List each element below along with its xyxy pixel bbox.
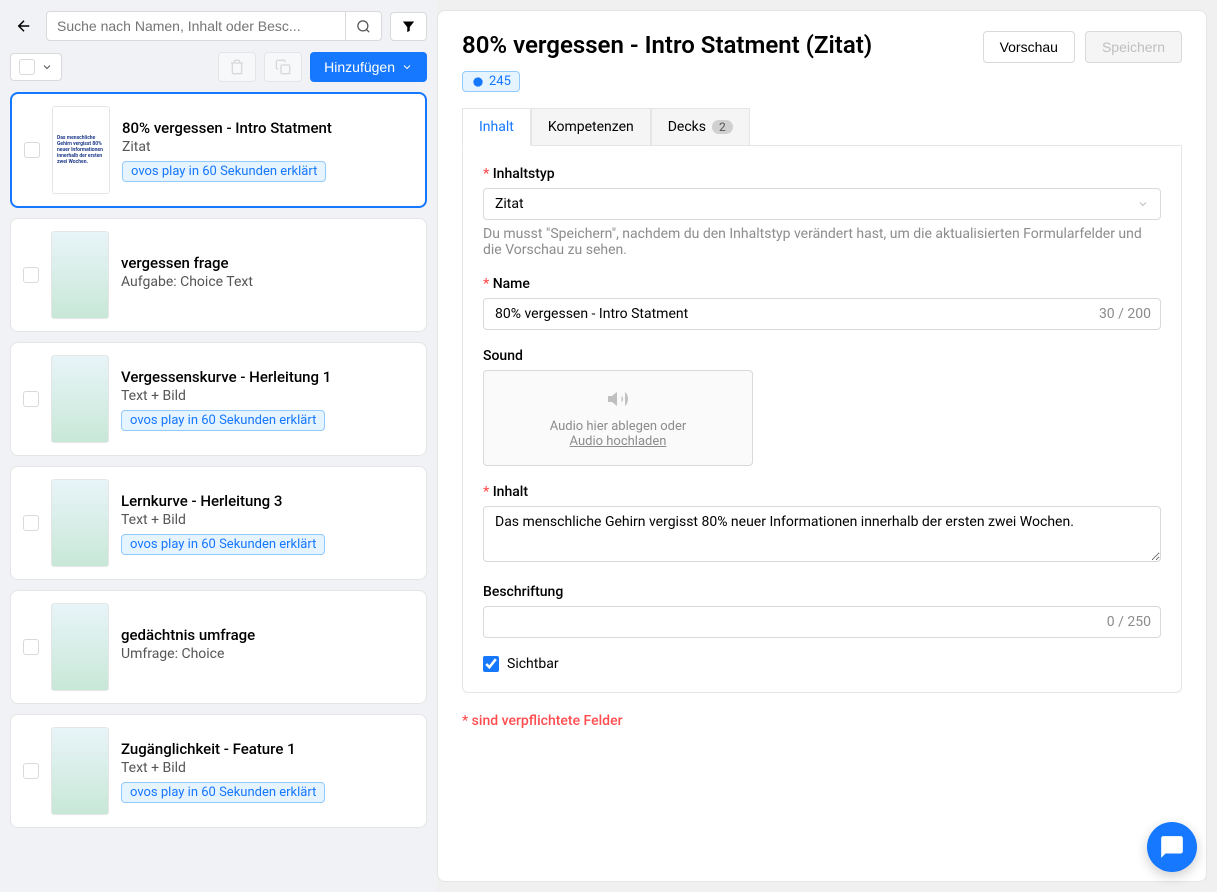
chat-icon [1159,834,1185,860]
tabs: Inhalt Kompetenzen Decks 2 [462,108,1182,146]
delete-button [218,52,256,82]
copy-icon [275,59,291,75]
name-char-count: 30 / 200 [1099,306,1151,322]
caption-char-count: 0 / 250 [1107,614,1151,630]
sound-label: Sound [483,348,1161,364]
sound-icon [602,387,634,411]
card-checkbox[interactable] [23,391,39,407]
card-title: 80% vergessen - Intro Statment [122,119,413,137]
card-title: Lernkurve - Herleitung 3 [121,492,414,510]
sound-upload-dropzone[interactable]: Audio hier ablegen oder Audio hochladen [483,370,753,466]
type-help-text: Du musst "Speichern", nachdem du den Inh… [483,226,1161,258]
preview-button[interactable]: Vorschau [983,31,1075,63]
card-thumbnail [51,727,109,815]
visible-label: Sichtbar [507,656,559,672]
card-title: gedächtnis umfrage [121,626,414,644]
chevron-down-icon [41,61,53,73]
name-input[interactable] [483,298,1161,330]
card-subtitle: Text + Bild [121,760,414,776]
card-list: Das menschliche Gehirn vergisst 80% neue… [10,92,427,828]
visible-checkbox[interactable] [483,656,499,672]
card-thumbnail: Das menschliche Gehirn vergisst 80% neue… [52,106,110,194]
select-all-dropdown[interactable] [10,53,62,81]
sidebar: Hinzufügen Das menschliche Gehirn vergis… [0,0,437,892]
chat-fab[interactable] [1147,822,1197,872]
name-label: * Name [483,276,1161,292]
add-button-label: Hinzufügen [324,59,395,75]
card-checkbox[interactable] [23,515,39,531]
card-item[interactable]: Lernkurve - Herleitung 3 Text + Bild ovos … [10,466,427,580]
page-title: 80% vergessen - Intro Statment (Zitat) [462,31,872,59]
card-checkbox[interactable] [24,142,40,158]
trash-icon [229,59,245,75]
card-item[interactable]: gedächtnis umfrage Umfrage: Choice [10,590,427,704]
arrow-left-icon [15,17,33,35]
filter-icon [401,19,416,34]
back-button[interactable] [10,10,38,42]
tab-content[interactable]: Inhalt [462,108,531,146]
tab-decks[interactable]: Decks 2 [651,108,750,145]
card-title: Vergessenskurve - Herleitung 1 [121,368,414,386]
card-item[interactable]: Zugänglichkeit - Feature 1 Text + Bild ovo… [10,714,427,828]
search-button[interactable] [346,11,382,41]
card-subtitle: Umfrage: Choice [121,646,414,662]
required-footnote: * sind verpflichtete Felder [462,713,1182,729]
caption-input[interactable] [483,606,1161,638]
card-tag: ovos play in 60 Sekunden erklärt [122,161,326,182]
card-thumbnail [51,231,109,319]
upload-link[interactable]: Audio hochladen [524,434,712,449]
card-subtitle: Aufgabe: Choice Text [121,274,414,290]
card-tag: ovos play in 60 Sekunden erklärt [121,410,325,431]
card-item[interactable]: Das menschliche Gehirn vergisst 80% neue… [10,92,427,208]
card-subtitle: Text + Bild [121,512,414,528]
card-title: vergessen frage [121,254,414,272]
search-input[interactable] [46,11,346,41]
filter-button[interactable] [390,12,427,41]
card-thumbnail [51,479,109,567]
type-select[interactable]: Zitat [483,188,1161,220]
upload-drop-text: Audio hier ablegen oder [524,419,712,434]
card-checkbox[interactable] [23,639,39,655]
card-tag: ovos play in 60 Sekunden erklärt [121,782,325,803]
select-all-checkbox[interactable] [19,59,35,75]
content-textarea[interactable] [483,506,1161,562]
card-title: Zugänglichkeit - Feature 1 [121,740,414,758]
card-thumbnail [51,355,109,443]
decks-count-badge: 2 [712,120,733,134]
card-thumbnail [51,603,109,691]
card-tag: ovos play in 60 Sekunden erklärt [121,534,325,555]
save-button: Speichern [1085,31,1182,63]
tab-competencies[interactable]: Kompetenzen [531,108,651,145]
main-panel: 80% vergessen - Intro Statment (Zitat) V… [437,10,1207,882]
brain-icon [471,75,485,89]
card-subtitle: Zitat [122,139,413,155]
search-icon [356,19,371,34]
card-subtitle: Text + Bild [121,388,414,404]
content-label: * Inhalt [483,484,1161,500]
points-badge: 245 [462,71,520,92]
card-item[interactable]: vergessen frage Aufgabe: Choice Text [10,218,427,332]
add-button[interactable]: Hinzufügen [310,52,427,82]
caption-label: Beschriftung [483,584,1161,600]
card-item[interactable]: Vergessenskurve - Herleitung 1 Text + Bil… [10,342,427,456]
card-checkbox[interactable] [23,763,39,779]
type-label: * Inhaltstyp [483,166,1161,182]
copy-button [264,52,302,82]
card-checkbox[interactable] [23,267,39,283]
chevron-down-icon [401,61,413,73]
